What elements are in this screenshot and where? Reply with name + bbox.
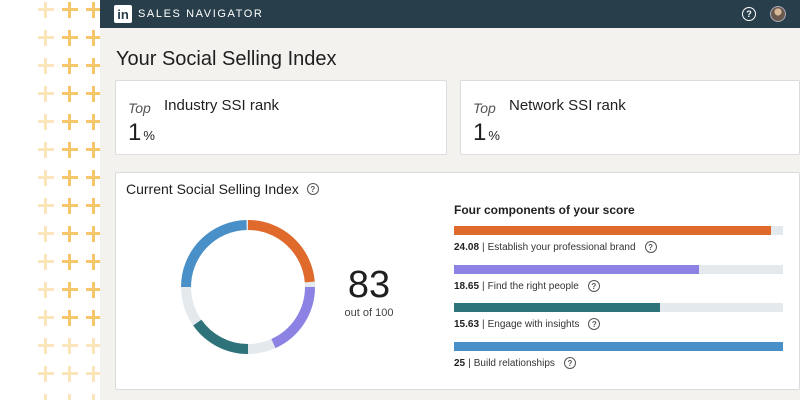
component-value: 24.08 [454,241,480,253]
page-title: Your Social Selling Index [116,48,337,70]
rank-prefix: Top [473,100,496,116]
current-ssi-card: Current Social Selling Index ? 83 out of… [115,172,800,390]
component-name: Establish your professional brand [487,241,636,253]
help-icon[interactable]: ? [587,280,600,292]
component-value: 25 [454,357,466,369]
help-icon[interactable]: ? [644,241,657,253]
plus-decoration [38,254,54,270]
plus-decoration [86,30,100,46]
industry-ssi-rank-card: Top Industry SSI rank 1% [115,80,447,155]
component-bar-fill [454,303,660,312]
component-name: Find the right people [487,280,579,292]
separator: | [468,357,471,369]
component-name: Build relationships [473,357,555,369]
plus-decoration [62,2,78,18]
linkedin-logo-icon: in [114,5,132,23]
component-bar-track [454,265,783,274]
brand-name: SALES NAVIGATOR [138,8,264,20]
ssi-card-title: Current Social Selling Index ? [126,181,319,197]
plus-decoration [62,366,78,382]
plus-decoration [38,394,54,400]
component-value: 18.65 [454,280,480,292]
decorative-plus-pattern [0,0,100,400]
plus-decoration [38,366,54,382]
score-subtitle: out of 100 [344,307,394,319]
plus-decoration [62,198,78,214]
component-name: Engage with insights [487,318,580,330]
plus-decoration [62,30,78,46]
plus-decoration [38,198,54,214]
rank-label: Industry SSI rank [164,97,280,114]
plus-decoration [62,310,78,326]
plus-decoration [38,338,54,354]
plus-decoration [38,310,54,326]
plus-decoration [86,142,100,158]
plus-decoration [86,366,100,382]
plus-decoration [86,170,100,186]
plus-decoration [86,282,100,298]
component-label: 24.08 | Establish your professional brand? [454,241,657,253]
plus-decoration [62,86,78,102]
plus-decoration [38,58,54,74]
component-bar-fill [454,342,783,351]
plus-decoration [86,338,100,354]
rank-prefix: Top [128,100,151,116]
plus-decoration [38,30,54,46]
help-icon[interactable]: ? [563,357,576,369]
rank-value: 1% [473,119,500,146]
ssi-score: 83 out of 100 [334,265,404,319]
separator: | [482,241,485,253]
plus-decoration [62,142,78,158]
plus-decoration [62,226,78,242]
brand-logo[interactable]: in SALES NAVIGATOR [114,5,263,23]
plus-decoration [38,2,54,18]
plus-decoration [86,226,100,242]
plus-decoration [86,198,100,214]
plus-decoration [38,86,54,102]
separator: | [482,318,485,330]
score-value: 83 [347,264,391,306]
component-bar-fill [454,265,700,274]
plus-decoration [38,282,54,298]
sales-navigator-app: in SALES NAVIGATOR ? Your Social Selling… [100,0,800,400]
plus-decoration [62,338,78,354]
plus-decoration [62,394,78,400]
component-bar-track [454,226,783,235]
rank-value: 1% [128,119,155,146]
user-avatar[interactable] [770,6,786,22]
plus-decoration [86,310,100,326]
plus-decoration [86,114,100,130]
plus-decoration [62,58,78,74]
component-bar-track [454,303,783,312]
separator: | [482,280,485,292]
plus-decoration [38,114,54,130]
help-icon[interactable]: ? [306,183,319,195]
component-value: 15.63 [454,318,480,330]
help-icon[interactable]: ? [588,318,601,330]
help-icon[interactable]: ? [742,7,756,21]
components-title: Four components of your score [454,203,635,217]
component-bar-fill [454,226,771,235]
ssi-donut-chart [181,220,315,354]
plus-decoration [62,114,78,130]
plus-decoration [38,170,54,186]
rank-label: Network SSI rank [509,97,626,114]
plus-decoration [86,86,100,102]
component-bar-track [454,342,783,351]
plus-decoration [86,2,100,18]
plus-decoration [38,226,54,242]
plus-decoration [62,254,78,270]
plus-decoration [62,282,78,298]
component-label: 25 | Build relationships? [454,357,576,369]
top-navigation-bar: in SALES NAVIGATOR ? [100,0,800,28]
component-label: 15.63 | Engage with insights? [454,318,601,330]
plus-decoration [62,170,78,186]
network-ssi-rank-card: Top Network SSI rank 1% [460,80,800,155]
plus-decoration [38,142,54,158]
plus-decoration [86,394,100,400]
component-label: 18.65 | Find the right people? [454,280,600,292]
plus-decoration [86,58,100,74]
plus-decoration [86,254,100,270]
